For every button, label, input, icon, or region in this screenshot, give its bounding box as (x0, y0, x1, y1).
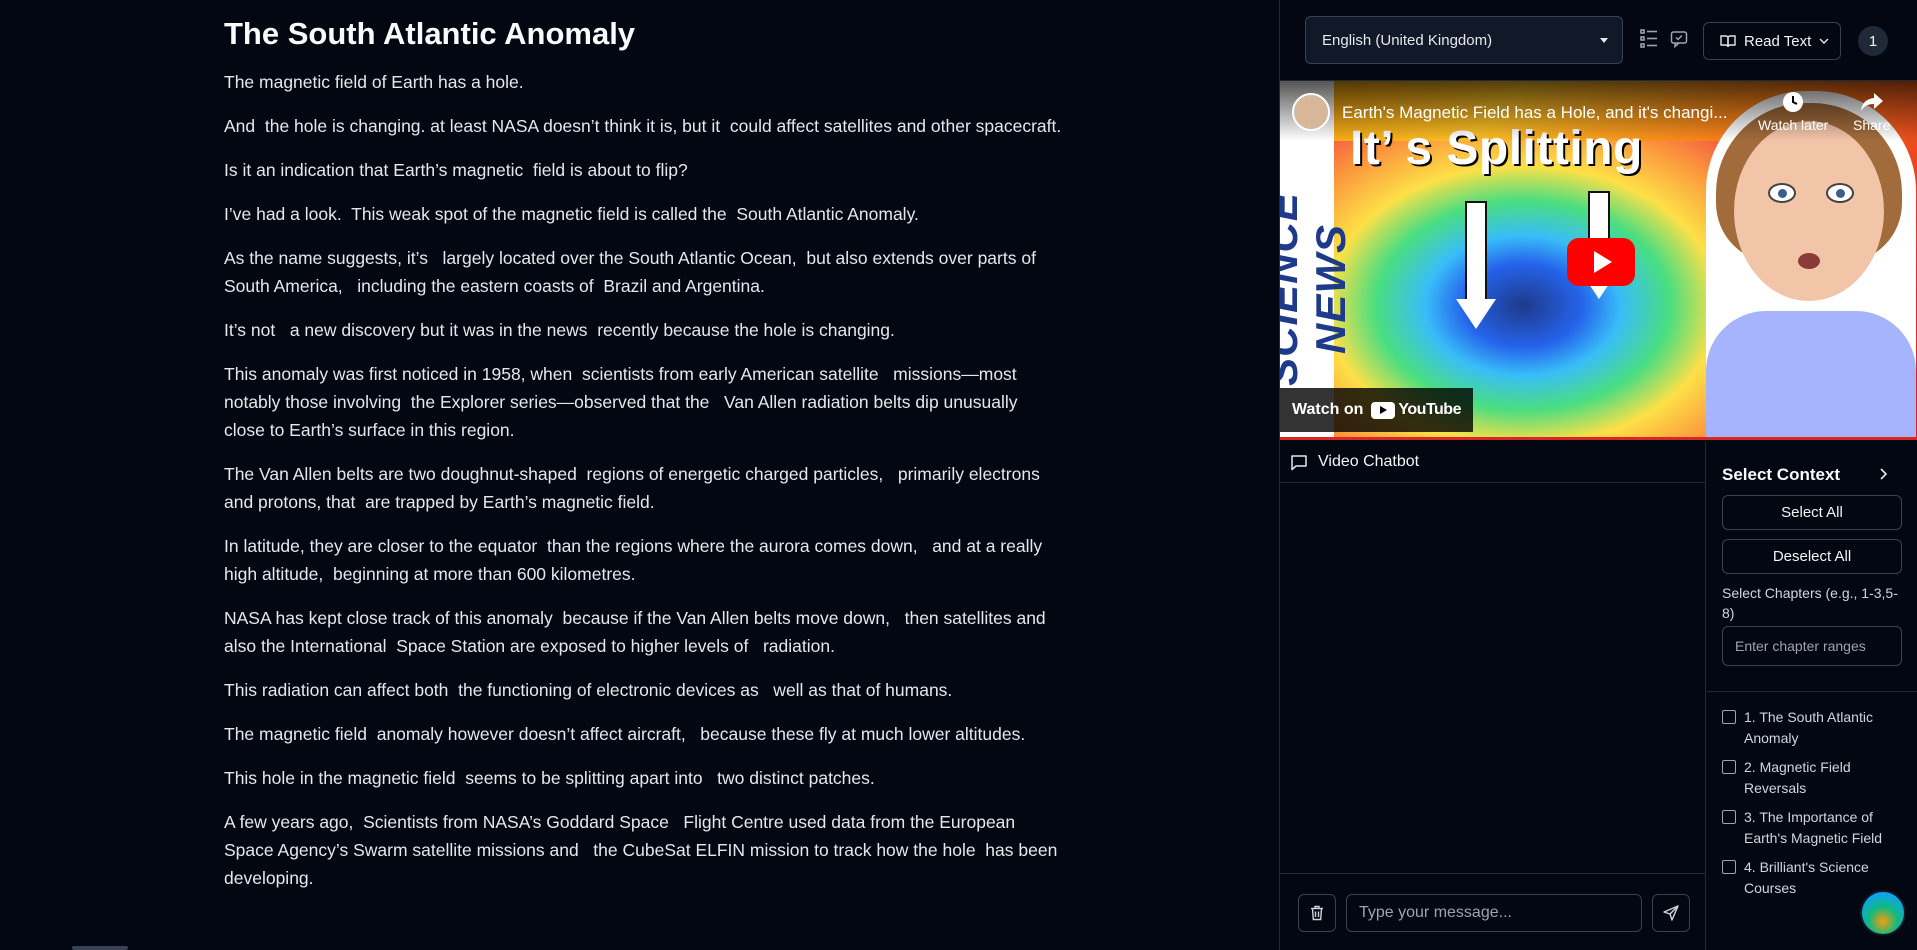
youtube-logo: YouTube (1371, 401, 1461, 419)
watch-on-label: Watch on (1292, 401, 1364, 418)
chapter-label: 1. The South Atlantic Anomaly (1744, 709, 1873, 746)
read-text-label: Read Text (1744, 32, 1812, 50)
chapter-item[interactable]: 1. The South Atlantic Anomaly (1722, 707, 1907, 749)
book-icon (1720, 35, 1736, 48)
chapter-label: 3. The Importance of Earth's Magnetic Fi… (1744, 809, 1883, 846)
article-paragraph: The Van Allen belts are two doughnut-sha… (224, 464, 1045, 512)
video-player[interactable]: SCIENCE NEWS It’ s Splitting Earth's Mag… (1280, 81, 1917, 440)
language-select[interactable]: English (United Kingdom) (1305, 16, 1623, 64)
select-all-button[interactable]: Select All (1722, 495, 1902, 530)
article-title: The South Atlantic Anomaly (224, 16, 636, 51)
caret-down-icon (1600, 38, 1608, 43)
context-title: Select Context (1722, 465, 1841, 484)
trash-icon (1311, 905, 1323, 921)
article-paragraph: As the name suggests, it’s largely locat… (224, 248, 1041, 296)
list-view-icon[interactable] (1638, 26, 1660, 52)
chapter-checkbox[interactable] (1722, 810, 1736, 824)
deselect-all-button[interactable]: Deselect All (1722, 539, 1902, 574)
chapter-item[interactable]: 2. Magnetic Field Reversals (1722, 757, 1907, 799)
chapter-checkbox[interactable] (1722, 710, 1736, 724)
article-paragraph: And the hole is changing. at least NASA … (224, 116, 1062, 136)
share-icon (1860, 93, 1883, 111)
video-title[interactable]: Earth's Magnetic Field has a Hole, and i… (1342, 103, 1742, 123)
share-label: Share (1853, 117, 1891, 133)
article-paragraph: I’ve had a look. This weak spot of the m… (224, 204, 919, 224)
watch-later-label: Watch later (1758, 117, 1829, 133)
youtube-play-icon (1371, 401, 1396, 419)
chat-bubble-icon (1291, 454, 1307, 470)
beach-avatar-icon[interactable] (1860, 890, 1906, 936)
send-button[interactable] (1652, 894, 1690, 932)
play-button[interactable] (1567, 238, 1635, 286)
horizontal-scrollbar[interactable] (72, 946, 128, 950)
article-paragraph: A few years ago, Scientists from NASA’s … (224, 812, 1063, 888)
youtube-wordmark: YouTube (1398, 401, 1461, 418)
chevron-down-icon (1819, 38, 1829, 44)
message-input[interactable] (1346, 894, 1642, 932)
channel-avatar[interactable] (1292, 93, 1330, 131)
article-paragraph: This anomaly was first noticed in 1958, … (224, 364, 1028, 440)
count-badge[interactable]: 1 (1858, 26, 1888, 56)
chat-input-bar (1280, 873, 1706, 950)
article-paragraph: The magnetic field anomaly however doesn… (224, 724, 1026, 744)
article-paragraph: This hole in the magnetic field seems to… (224, 768, 875, 788)
arrow-head-shape (1456, 299, 1496, 329)
chapter-checkbox[interactable] (1722, 860, 1736, 874)
language-select-value: English (United Kingdom) (1322, 31, 1493, 49)
chapter-checkbox[interactable] (1722, 760, 1736, 774)
read-text-button[interactable]: Read Text (1703, 22, 1841, 60)
chapters-label: Select Chapters (e.g., 1-3,5-8) (1722, 585, 1898, 621)
video-progress-bar[interactable] (1280, 437, 1917, 440)
clock-icon (1783, 92, 1804, 112)
video-chatbot: Video Chatbot (1280, 441, 1706, 950)
caption-icon[interactable] (1668, 26, 1690, 52)
side-panel: English (United Kingdom) Read Text 1 SCI… (1279, 0, 1917, 950)
article-paragraph: It’s not a new discovery but it was in t… (224, 320, 895, 340)
panel-toolbar: English (United Kingdom) Read Text 1 (1280, 0, 1917, 81)
send-icon (1663, 905, 1679, 921)
article-content: The South Atlantic Anomaly The magnetic … (224, 14, 1064, 908)
chapter-label: 2. Magnetic Field Reversals (1744, 759, 1851, 796)
chapter-item[interactable]: 3. The Importance of Earth's Magnetic Fi… (1722, 807, 1907, 849)
article-paragraph: The magnetic field of Earth has a hole. (224, 72, 524, 92)
article-paragraph: Is it an indication that Earth’s magneti… (224, 160, 688, 180)
chevron-right-icon[interactable] (1878, 467, 1888, 481)
clear-chat-button[interactable] (1298, 894, 1336, 932)
watch-on-youtube-button[interactable]: Watch on YouTube (1280, 388, 1473, 432)
watch-later-button[interactable]: Watch later (1758, 91, 1828, 133)
article-paragraph: This radiation can affect both the funct… (224, 680, 953, 700)
share-button[interactable]: Share (1853, 91, 1890, 133)
article-paragraph: In latitude, they are closer to the equa… (224, 536, 1047, 584)
divider (1707, 691, 1917, 692)
chatbot-title: Video Chatbot (1318, 452, 1420, 470)
context-panel: Select Context Select All Deselect All S… (1707, 441, 1917, 950)
chatbot-header: Video Chatbot (1280, 441, 1706, 483)
chapter-range-input[interactable] (1722, 626, 1902, 666)
article-pane: The South Atlantic Anomaly The magnetic … (0, 0, 1279, 950)
article-paragraph: NASA has kept close track of this anomal… (224, 608, 1051, 656)
arrow-shape (1465, 201, 1487, 301)
